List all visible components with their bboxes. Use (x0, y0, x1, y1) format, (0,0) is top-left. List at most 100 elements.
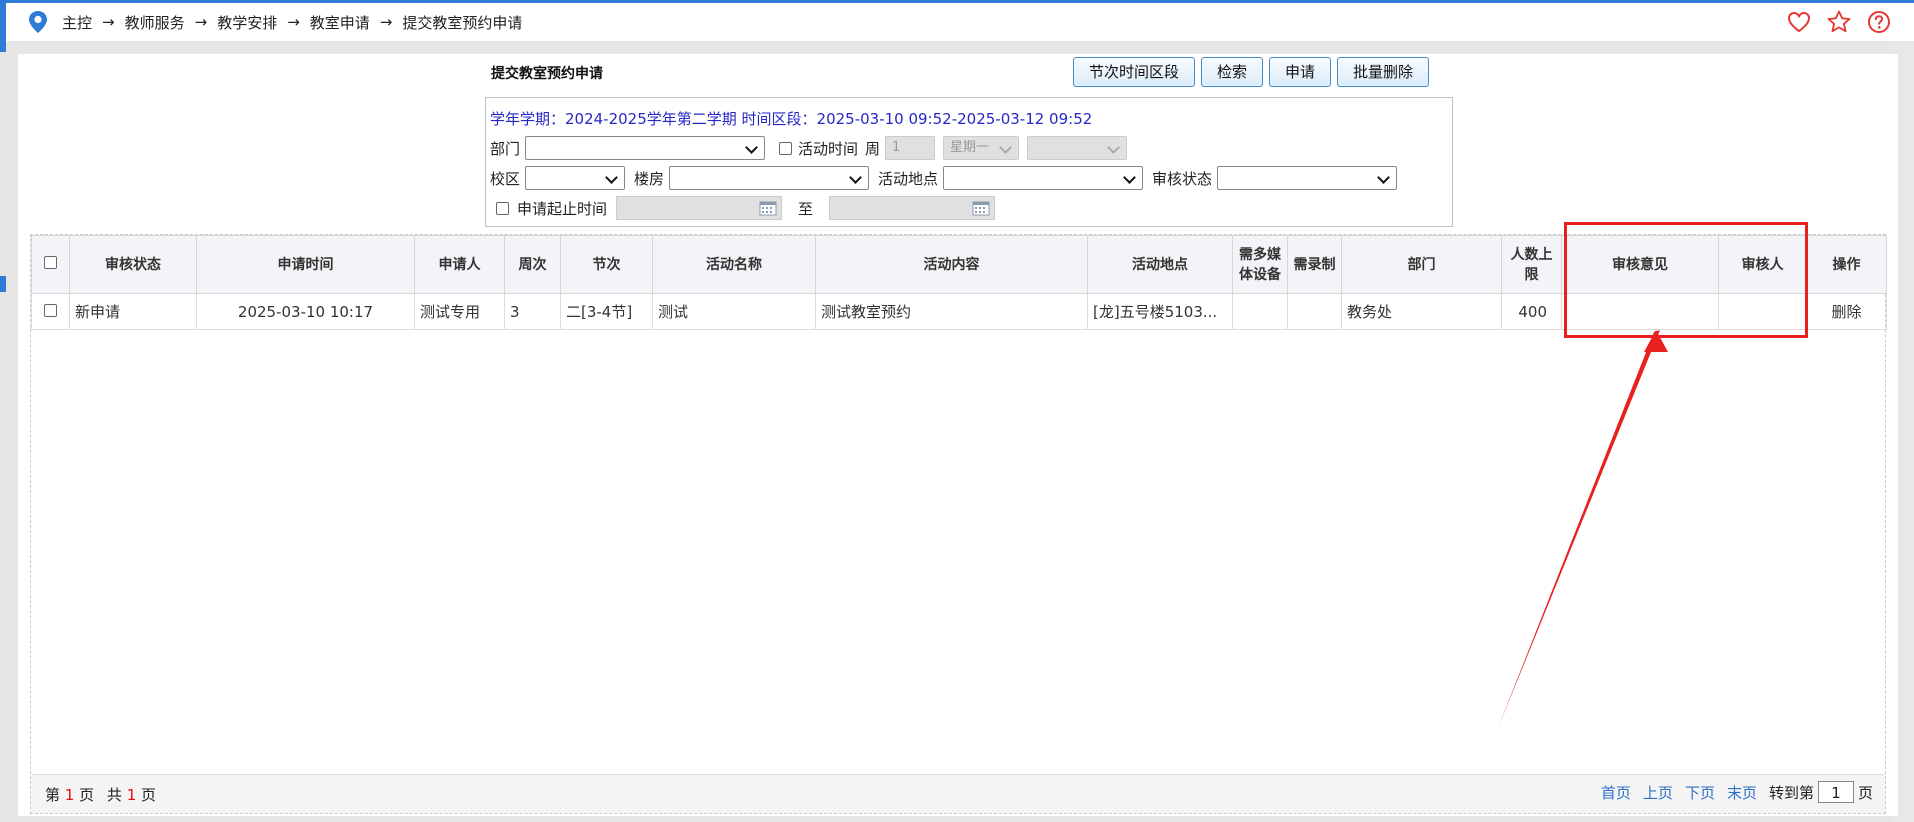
cell-period: 二[3-4节] (560, 293, 653, 330)
building-select[interactable] (669, 166, 870, 190)
total-unit: 页 (141, 786, 157, 804)
review-status-label: 审核状态 (1152, 169, 1213, 188)
col-header-location[interactable]: 活动地点 (1087, 235, 1233, 294)
breadcrumb-item-current: 提交教室预约申请 (402, 13, 523, 32)
header-bar: 主控 → 教师服务 → 教学安排 → 教室申请 → 提交教室预约申请 (6, 3, 1914, 41)
last-page-link[interactable]: 末页 (1727, 782, 1757, 803)
page-info: 第 1 页 共 1 页 (45, 784, 156, 805)
main-panel: 提交教室预约申请 节次时间区段 检索 申请 批量删除 学年学期：2024-202… (18, 54, 1898, 816)
table-header-row: 审核状态 申请时间 申请人 周次 节次 活动名称 活动内容 活动地点 需多媒体设… (31, 235, 1887, 294)
page-prefix: 第 (45, 786, 61, 804)
search-button[interactable]: 检索 (1201, 57, 1264, 87)
end-date-input[interactable] (829, 196, 996, 220)
department-select[interactable] (525, 136, 766, 160)
breadcrumb: 主控 → 教师服务 → 教学安排 → 教室申请 → 提交教室预约申请 (62, 12, 522, 33)
location-pin-icon (28, 10, 54, 34)
toolbar: 节次时间区段 检索 申请 批量删除 (1073, 57, 1430, 87)
col-header-review-opinion[interactable]: 审核意见 (1561, 235, 1719, 294)
prev-page-link[interactable]: 上页 (1643, 782, 1673, 803)
col-header-week[interactable]: 周次 (504, 235, 561, 294)
filter-panel: 学年学期：2024-2025学年第二学期 时间区段：2025-03-10 09:… (485, 97, 1453, 227)
star-icon[interactable] (1826, 9, 1852, 35)
delete-link[interactable]: 删除 (1806, 293, 1887, 330)
apply-period-label: 申请起止时间 (517, 199, 608, 218)
period-time-button[interactable]: 节次时间区段 (1073, 57, 1196, 87)
activity-time-checkbox[interactable] (779, 141, 793, 155)
col-header-record[interactable]: 需录制 (1287, 235, 1342, 294)
breadcrumb-item-teacher-service[interactable]: 教师服务 (125, 12, 185, 33)
location-label: 活动地点 (878, 169, 939, 188)
select-all-checkbox[interactable] (44, 255, 57, 269)
col-header-activity-content[interactable]: 活动内容 (815, 235, 1088, 294)
filter-row-2: 校区 楼房 活动地点 审核状态 (490, 166, 1398, 190)
cell-record (1287, 293, 1342, 330)
col-header-period[interactable]: 节次 (560, 235, 653, 294)
left-accent-small (0, 276, 6, 292)
goto-page-input[interactable]: 1 (1817, 781, 1854, 803)
pagination-bar: 第 1 页 共 1 页 首页 上页 下页 末页 转到第 1 页 (31, 774, 1885, 813)
goto-unit: 页 (1857, 783, 1873, 802)
breadcrumb-separator: → (379, 13, 393, 31)
col-header-applicant[interactable]: 申请人 (414, 235, 505, 294)
cell-time: 2025-03-10 10:17 (196, 293, 415, 330)
col-header-action: 操作 (1806, 235, 1887, 294)
breadcrumb-item-classroom-apply[interactable]: 教室申请 (310, 12, 370, 33)
apply-button[interactable]: 申请 (1269, 57, 1332, 87)
review-status-select[interactable] (1217, 166, 1398, 190)
col-header-time[interactable]: 申请时间 (196, 235, 415, 294)
cell-reviewer (1718, 293, 1807, 330)
week-input[interactable]: 1 (885, 136, 936, 160)
breadcrumb-item-home[interactable]: 主控 (62, 12, 92, 33)
cell-activity-name-link[interactable]: 测试 (652, 293, 816, 330)
activity-time-label: 活动时间 (798, 139, 859, 158)
form-title: 提交教室预约申请 (491, 66, 603, 82)
cell-week: 3 (504, 293, 561, 330)
col-header-reviewer[interactable]: 审核人 (1718, 235, 1807, 294)
breadcrumb-separator: → (194, 13, 208, 31)
col-header-department[interactable]: 部门 (1341, 235, 1502, 294)
first-page-link[interactable]: 首页 (1601, 782, 1631, 803)
batch-delete-button[interactable]: 批量删除 (1337, 57, 1430, 87)
apply-period-checkbox[interactable] (496, 201, 509, 215)
current-page-number: 1 (64, 786, 75, 804)
goto-label: 转到第 (1768, 783, 1814, 802)
breadcrumb-separator: → (102, 13, 115, 31)
row-checkbox[interactable] (44, 303, 57, 317)
campus-select[interactable] (525, 166, 626, 190)
next-page-link[interactable]: 下页 (1685, 782, 1715, 803)
results-table: 审核状态 申请时间 申请人 周次 节次 活动名称 活动内容 活动地点 需多媒体设… (31, 235, 1887, 330)
to-label: 至 (798, 199, 814, 218)
cell-review-opinion (1561, 293, 1719, 330)
cell-status: 新申请 (69, 293, 197, 330)
calendar-icon[interactable] (972, 200, 990, 216)
location-select[interactable] (943, 166, 1144, 190)
calendar-icon[interactable] (759, 200, 777, 216)
heart-icon[interactable] (1786, 9, 1812, 35)
cell-location: [龙]五号楼5103... (1087, 293, 1233, 330)
breadcrumb-separator: → (287, 13, 300, 31)
breadcrumb-item-teaching-arrangement[interactable]: 教学安排 (217, 12, 277, 33)
cell-activity-content: 测试教室预约 (815, 293, 1088, 330)
period-select[interactable] (1027, 136, 1128, 160)
filter-row-1: 部门 活动时间 周 1 星期一 (490, 136, 1128, 160)
col-header-status[interactable]: 审核状态 (69, 235, 197, 294)
col-header-activity-name[interactable]: 活动名称 (652, 235, 816, 294)
cell-department: 教务处 (1341, 293, 1502, 330)
results-grid: 审核状态 申请时间 申请人 周次 节次 活动名称 活动内容 活动地点 需多媒体设… (30, 234, 1887, 814)
building-label: 楼房 (634, 169, 665, 188)
cell-applicant: 测试专用 (414, 293, 505, 330)
help-icon[interactable] (1866, 9, 1892, 35)
row-select-cell (31, 293, 70, 330)
page-unit: 页 (79, 786, 95, 804)
department-label: 部门 (490, 139, 521, 158)
col-header-media[interactable]: 需多媒体设备 (1232, 235, 1288, 294)
page-nav: 首页 上页 下页 末页 转到第 1 页 (1589, 781, 1873, 803)
select-all-cell (31, 235, 70, 294)
weekday-select[interactable]: 星期一 (943, 136, 1020, 160)
start-date-input[interactable] (616, 196, 783, 220)
term-info-line: 学年学期：2024-2025学年第二学期 时间区段：2025-03-10 09:… (490, 110, 1093, 128)
cell-capacity: 400 (1501, 293, 1562, 330)
week-label: 周 (865, 139, 881, 158)
table-row: 新申请 2025-03-10 10:17 测试专用 3 二[3-4节] 测试 测… (31, 293, 1887, 330)
col-header-capacity[interactable]: 人数上限 (1501, 235, 1562, 294)
